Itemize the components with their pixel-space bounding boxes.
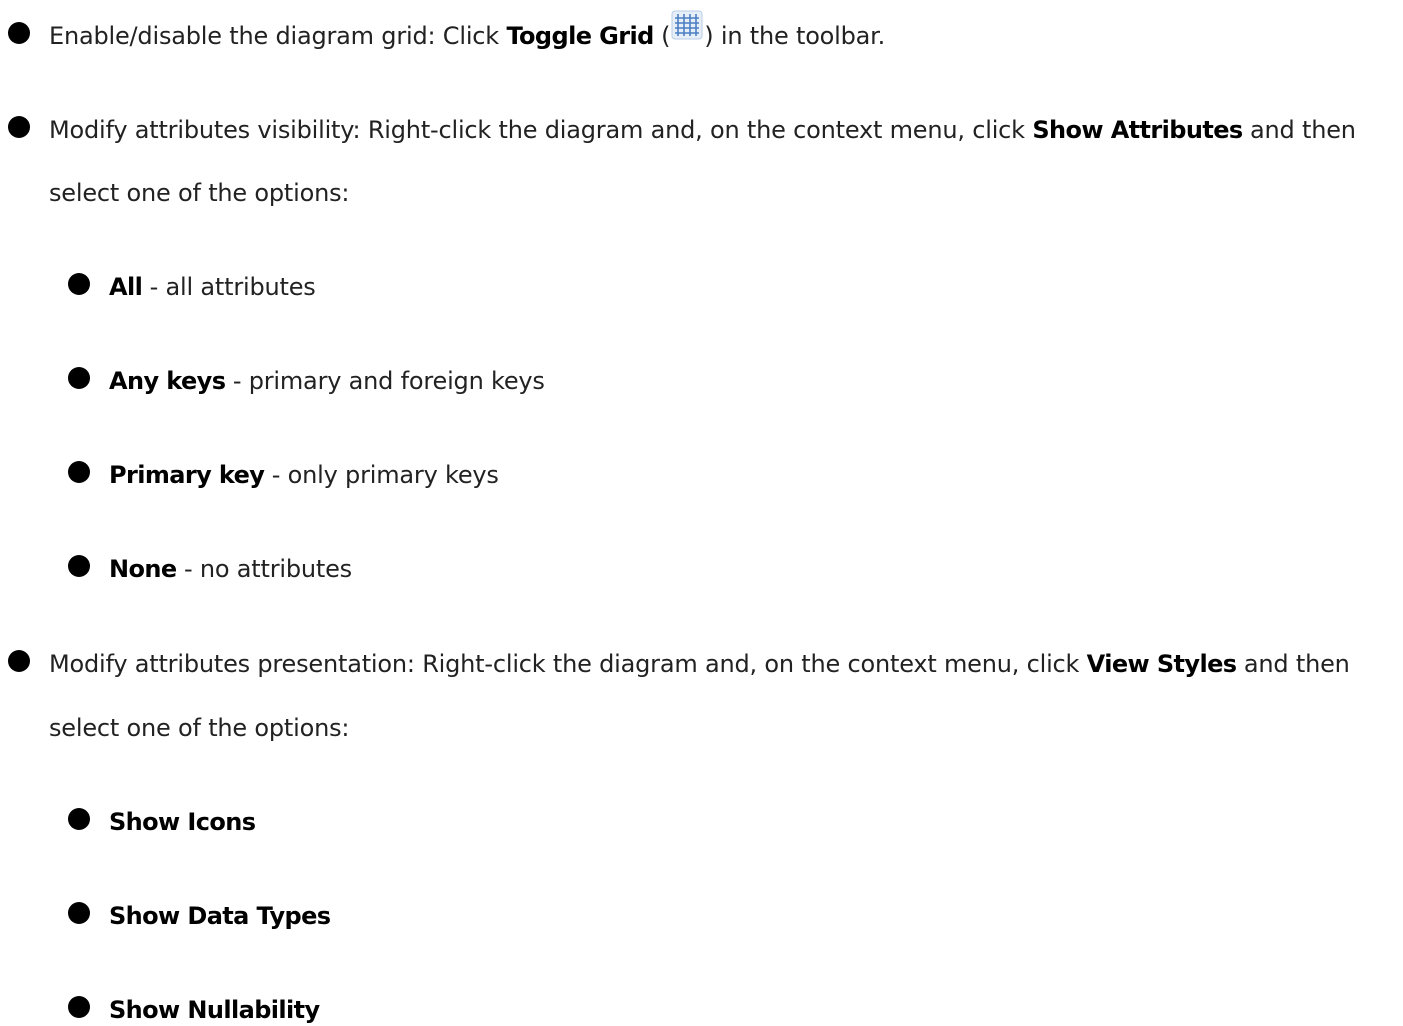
toggle-grid-label: Toggle Grid [506, 22, 654, 50]
item-text: Modify attributes visibility: Right-clic… [49, 116, 1033, 144]
bullet [68, 555, 90, 577]
show-attributes-label: Show Attributes [1032, 116, 1243, 144]
option-description: - no attributes [176, 555, 352, 583]
option-description: - all attributes [142, 273, 316, 301]
option-none: None - no attributes [109, 553, 352, 585]
bullet [68, 996, 90, 1018]
option-show-nullability: Show Nullability [109, 994, 320, 1026]
bullet [68, 367, 90, 389]
option-label: Show Nullability [109, 996, 320, 1024]
bullet [68, 902, 90, 924]
view-styles-label: View Styles [1086, 650, 1237, 678]
bullet [68, 808, 90, 830]
item-text: Modify attributes presentation: Right-cl… [49, 650, 1087, 678]
bullet [8, 22, 30, 44]
option-description: - only primary keys [264, 461, 499, 489]
list-item-text-line-2: select one of the options: [49, 179, 350, 207]
list-item-text-line-2: select one of the options: [49, 714, 350, 742]
option-all: All - all attributes [109, 271, 316, 303]
paren-open: ( [653, 22, 671, 50]
list-item-text-line-1: Modify attributes presentation: Right-cl… [49, 648, 1350, 680]
item-text-suffix: and then [1236, 650, 1350, 678]
option-label: Any keys [109, 367, 226, 395]
option-description: - primary and foreign keys [225, 367, 545, 395]
option-label: Show Icons [109, 808, 256, 836]
bullet [8, 116, 30, 138]
option-label: Primary key [109, 461, 265, 489]
list-item-text: Enable/disable the diagram grid: Click T… [49, 10, 886, 52]
list-item-text-line-1: Modify attributes visibility: Right-clic… [49, 114, 1356, 146]
grid-icon [670, 10, 704, 40]
bullet [68, 461, 90, 483]
option-label: All [109, 273, 143, 301]
option-show-icons: Show Icons [109, 806, 256, 838]
bullet [8, 650, 30, 672]
item-text-suffix: and then [1242, 116, 1356, 144]
option-any-keys: Any keys - primary and foreign keys [109, 365, 545, 397]
option-label: None [109, 555, 177, 583]
option-show-data-types: Show Data Types [109, 900, 331, 932]
bullet [68, 273, 90, 295]
item-text-suffix: ) in the toolbar. [704, 22, 886, 50]
option-label: Show Data Types [109, 902, 331, 930]
item-text: Enable/disable the diagram grid: Click [49, 22, 507, 50]
option-primary-key: Primary key - only primary keys [109, 459, 499, 491]
